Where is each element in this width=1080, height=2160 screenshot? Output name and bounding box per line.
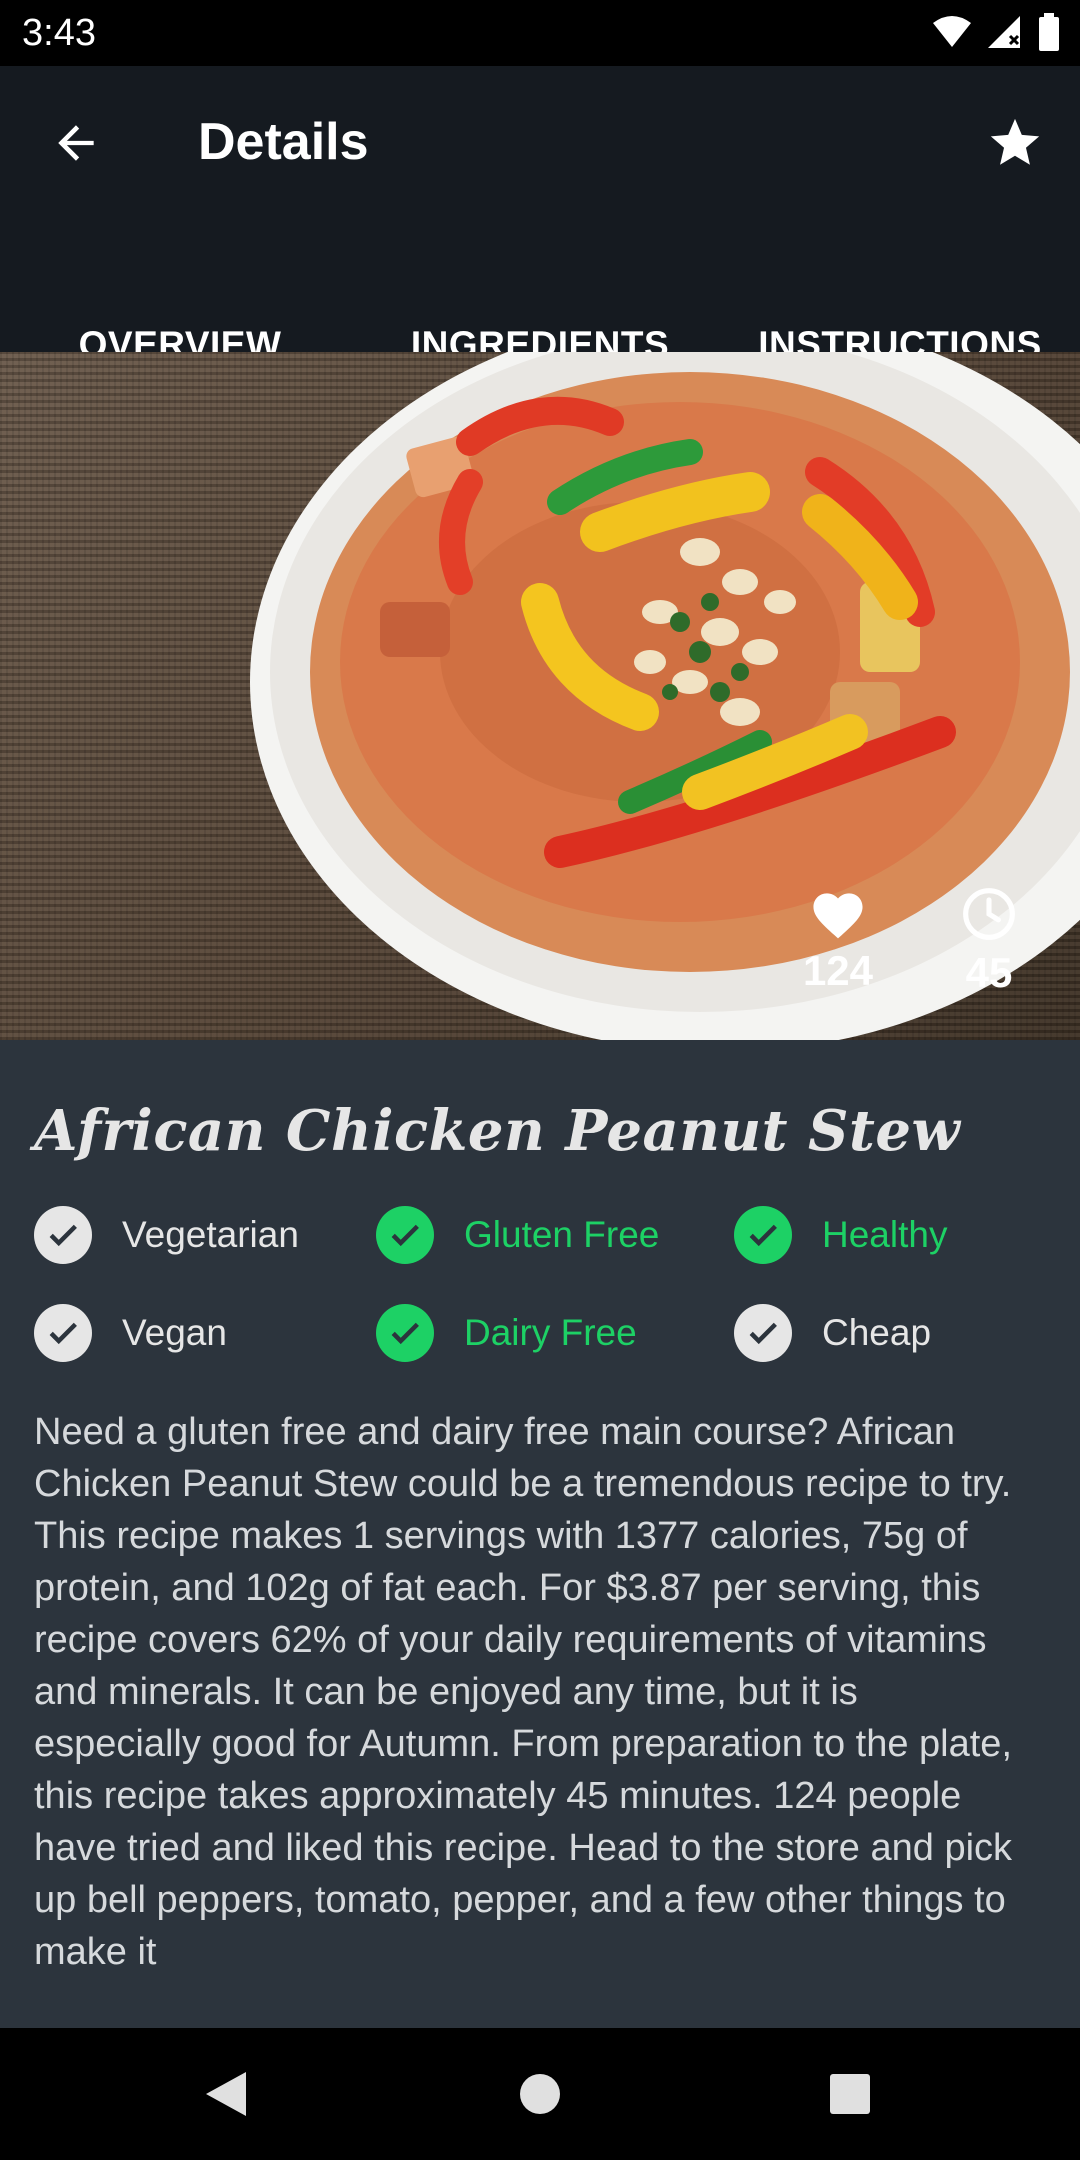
nav-recents-button[interactable] [820, 2064, 880, 2124]
wifi-icon [932, 15, 972, 54]
flag-label: Healthy [822, 1214, 948, 1255]
back-triangle-icon [206, 2072, 246, 2116]
flag-cheap: Cheap [734, 1298, 931, 1368]
check-circle-icon [376, 1206, 434, 1264]
check-circle-icon [34, 1206, 92, 1264]
check-circle-icon [734, 1304, 792, 1362]
stew-bowl-illustration [250, 352, 1080, 1040]
nav-back-button[interactable] [196, 2064, 256, 2124]
home-circle-icon [520, 2074, 560, 2114]
check-circle-icon [734, 1206, 792, 1264]
app-bar: Details OVERVIEW INGREDIENTS INSTRUCTION… [0, 66, 1080, 418]
signal-icon [986, 14, 1024, 55]
system-nav-bar [0, 2028, 1080, 2160]
status-bar: 3:43 [0, 0, 1080, 66]
flag-label: Dairy Free [464, 1312, 637, 1353]
clock-icon [963, 888, 1015, 940]
heart-icon [813, 893, 863, 939]
recipe-summary: Need a gluten free and dairy free main c… [34, 1411, 1013, 1973]
flag-label: Vegetarian [122, 1214, 299, 1255]
diet-flags: Vegetarian Gluten Free Healthy Vegan Dai… [34, 1200, 1054, 1370]
likes-count: 124 [802, 947, 874, 994]
check-circle-icon [34, 1304, 92, 1362]
flag-label: Cheap [822, 1312, 932, 1353]
ready-minutes: 45 [965, 949, 1013, 996]
page-title: Details [198, 113, 369, 171]
recipe-title: African Chicken Peanut Stew [34, 1098, 961, 1164]
likes-stat: 124 [778, 886, 898, 996]
star-icon [990, 118, 1040, 165]
flag-dairy-free: Dairy Free [376, 1298, 637, 1368]
status-time: 3:43 [22, 12, 96, 54]
flag-gluten-free: Gluten Free [376, 1200, 659, 1270]
flag-vegan: Vegan [34, 1298, 227, 1368]
flag-healthy: Healthy [734, 1200, 947, 1270]
battery-icon [1038, 12, 1060, 56]
recents-square-icon [830, 2074, 870, 2114]
flag-label: Gluten Free [464, 1214, 660, 1255]
flag-label: Vegan [122, 1312, 227, 1353]
flag-vegetarian: Vegetarian [34, 1200, 299, 1270]
nav-home-button[interactable] [510, 2064, 570, 2124]
screen: 3:43 Details OVERVIEW INGREDIENTS INSTRU… [0, 0, 1080, 2160]
status-icons [932, 12, 1060, 56]
overview-content: African Chicken Peanut Stew Vegetarian G… [0, 1040, 1080, 2028]
recipe-image: 124 45 [0, 352, 1080, 1040]
favorite-button[interactable] [980, 108, 1050, 178]
arrow-back-icon [58, 125, 94, 161]
check-circle-icon [376, 1304, 434, 1362]
time-stat: 45 [929, 886, 1049, 998]
back-button[interactable] [44, 110, 110, 176]
